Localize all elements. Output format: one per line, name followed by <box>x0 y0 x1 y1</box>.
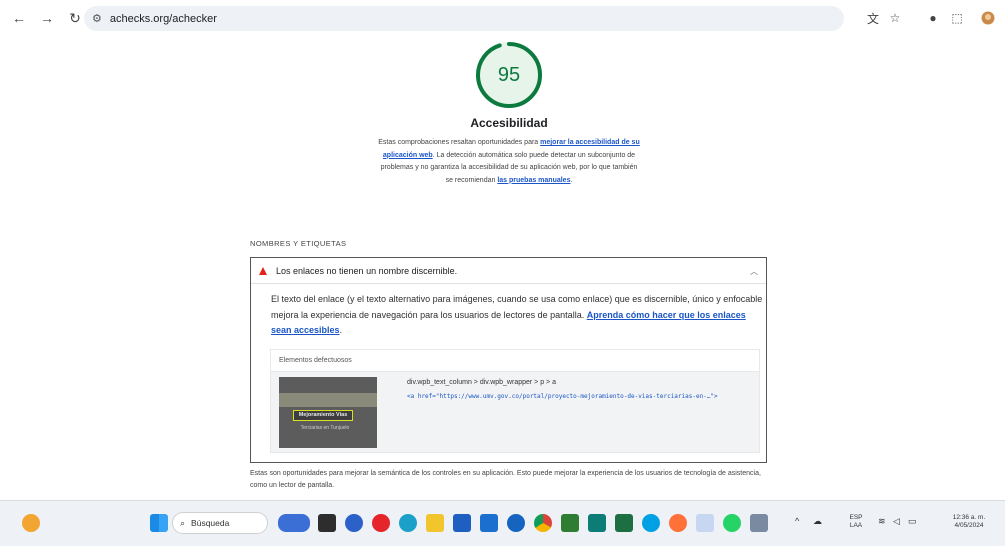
desc-text: . <box>570 176 573 184</box>
taskbar-search[interactable]: ⌕ Búsqueda <box>172 512 268 534</box>
app-icon-doc[interactable] <box>696 514 714 532</box>
profile-avatar[interactable] <box>977 7 999 29</box>
bookmark-star-icon[interactable]: ☆ <box>884 7 906 29</box>
back-icon[interactable]: ← <box>8 7 30 29</box>
thumbnail-text-2: Terciarias en Tunjuelo <box>300 425 350 431</box>
desc-text: . <box>339 325 343 335</box>
file-explorer-icon[interactable] <box>426 514 444 532</box>
skype-icon[interactable] <box>642 514 660 532</box>
browser-toolbar: ← → ↻ ⚙ achecks.org/achecker 文 ☆ ● ⬚ <box>0 0 1005 36</box>
chrome-icon[interactable] <box>534 514 552 532</box>
excel-icon[interactable] <box>615 514 633 532</box>
category-title: Accesibilidad <box>470 116 548 130</box>
url-text: achecks.org/achecker <box>109 12 217 25</box>
node-html-snippet: <a href="https://www.umv.gov.co/portal/p… <box>407 393 718 400</box>
opera-icon[interactable] <box>372 514 390 532</box>
thumbnail-text-1: Mejoramiento Vías <box>298 412 348 418</box>
accessibility-score-gauge: 95 <box>474 40 544 110</box>
desc-text: Estas comprobaciones resaltan oportunida… <box>378 139 541 146</box>
translate-icon[interactable]: 文 <box>862 7 884 29</box>
forward-icon[interactable]: → <box>36 7 58 29</box>
category-description: Estas comprobaciones resaltan oportunida… <box>376 137 642 187</box>
extension-icon[interactable]: ● <box>922 7 944 29</box>
lang-top: ESP <box>849 514 863 521</box>
failing-elements-table: Elementos defectuosos Mejoramiento Vías … <box>270 349 760 453</box>
windows-taskbar: ⌕ Búsqueda ^ ☁ ESP LAA ≋ ◁ ▭ 12:36 a. m.… <box>0 500 1005 546</box>
failing-elements-header: Elementos defectuosos <box>271 350 759 372</box>
clock[interactable]: 12:36 a. m. 4/05/2024 <box>949 514 989 530</box>
audit-title: Los enlaces no tienen un nombre discerni… <box>276 265 458 276</box>
warning-triangle-icon <box>259 266 267 275</box>
group-footer-text: Estas son oportunidades para mejorar la … <box>250 470 761 489</box>
volume-icon[interactable]: ◁ <box>893 517 900 526</box>
audit-header[interactable]: Los enlaces no tienen un nombre discerni… <box>251 258 766 284</box>
address-bar[interactable]: ⚙ achecks.org/achecker <box>84 6 844 31</box>
firefox-icon[interactable] <box>669 514 687 532</box>
audit-card: Los enlaces no tienen un nombre discerni… <box>250 257 767 463</box>
audit-description: El texto del enlace (y el texto alternat… <box>271 292 765 339</box>
node-selector-path: div.wpb_text_column > div.wpb_wrapper > … <box>407 379 556 386</box>
score-value: 95 <box>497 63 521 86</box>
battery-icon[interactable]: ▭ <box>908 517 917 526</box>
wifi-icon[interactable]: ≋ <box>878 517 886 526</box>
tray-chevron-icon[interactable]: ^ <box>795 517 799 526</box>
app-icon-network[interactable] <box>750 514 768 532</box>
windows-start-icon[interactable] <box>150 514 168 532</box>
cloud-icon[interactable]: ☁ <box>813 517 822 526</box>
manual-testing-link[interactable]: las pruebas manuales <box>497 177 570 184</box>
mail-icon[interactable] <box>480 514 498 532</box>
clock-date: 4/05/2024 <box>954 522 984 529</box>
clock-time: 12:36 a. m. <box>952 514 986 521</box>
whatsapp-icon[interactable] <box>723 514 741 532</box>
widgets-icon[interactable] <box>22 514 40 532</box>
app-icon-copilot[interactable] <box>345 514 363 532</box>
sidepanel-icon[interactable]: ⬚ <box>946 7 968 29</box>
app-icon-green[interactable] <box>561 514 579 532</box>
chevron-up-icon[interactable]: ︿ <box>750 266 758 277</box>
search-placeholder: Búsqueda <box>191 518 230 528</box>
search-icon: ⌕ <box>180 517 186 528</box>
reload-icon[interactable]: ↻ <box>64 7 86 29</box>
app-icon-teal[interactable] <box>588 514 606 532</box>
task-view-icon[interactable] <box>318 514 336 532</box>
element-screenshot-thumbnail: Mejoramiento Vías Terciarias en Tunjuelo <box>279 377 377 448</box>
language-indicator[interactable]: ESP LAA <box>844 514 868 530</box>
group-title: NOMBRES Y ETIQUETAS <box>250 239 347 248</box>
store-icon[interactable] <box>453 514 471 532</box>
thumbnail-band <box>279 393 377 407</box>
lang-bottom: LAA <box>849 522 863 529</box>
news-widget-icon[interactable] <box>278 514 310 532</box>
app-icon-blue-circle[interactable] <box>507 514 525 532</box>
site-info-icon[interactable]: ⚙ <box>92 12 102 25</box>
edge-icon[interactable] <box>399 514 417 532</box>
